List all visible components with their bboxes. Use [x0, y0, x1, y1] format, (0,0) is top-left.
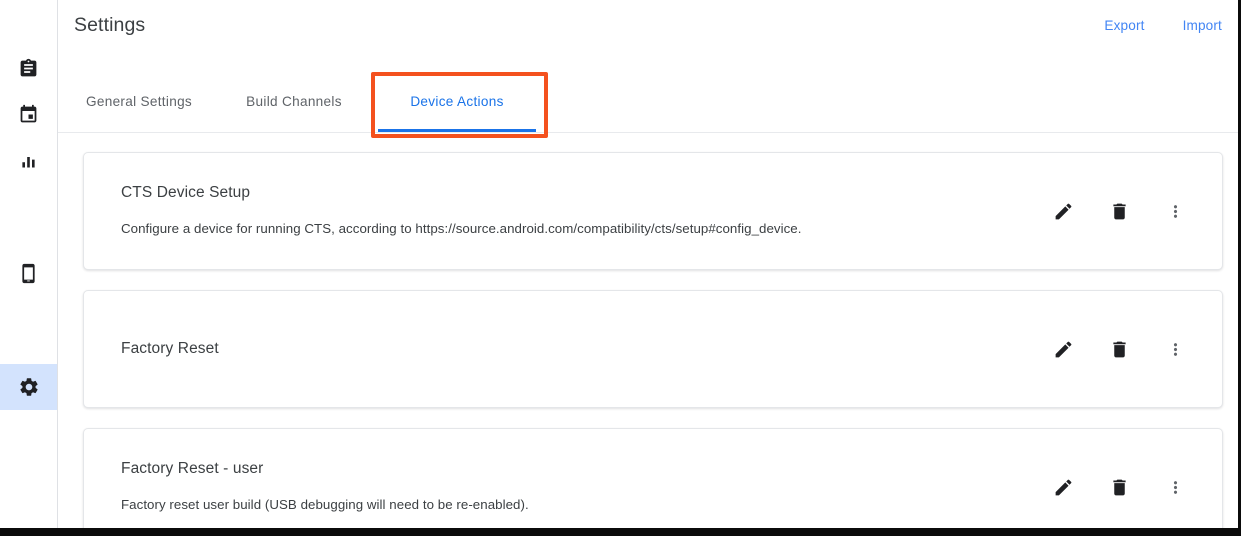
tab-list: General Settings Build Channels Device A… [58, 70, 546, 132]
device-action-controls [1035, 465, 1222, 509]
smartphone-icon [18, 263, 39, 284]
tab-bar: General Settings Build Channels Device A… [58, 70, 1238, 138]
more-vert-icon [1166, 478, 1185, 497]
tab-device-actions[interactable]: Device Actions [368, 70, 546, 132]
more-options-button[interactable] [1147, 189, 1203, 233]
edit-button[interactable] [1035, 327, 1091, 371]
delete-button[interactable] [1091, 189, 1147, 233]
main-content: Settings Export Import General Settings … [58, 0, 1238, 528]
trash-icon [1109, 339, 1130, 360]
device-action-controls [1035, 327, 1222, 371]
sidebar-item-test-runs[interactable] [0, 45, 57, 91]
device-action-card[interactable]: CTS Device Setup Configure a device for … [83, 152, 1223, 270]
import-button[interactable]: Import [1183, 18, 1222, 33]
device-action-name: Factory Reset [121, 339, 219, 357]
more-options-button[interactable] [1147, 327, 1203, 371]
pencil-icon [1053, 339, 1074, 360]
edit-button[interactable] [1035, 465, 1091, 509]
device-action-card[interactable]: Factory Reset - user Factory reset user … [83, 428, 1223, 528]
pencil-icon [1053, 201, 1074, 222]
edit-button[interactable] [1035, 189, 1091, 233]
sidebar-item-results[interactable] [0, 137, 57, 183]
device-action-controls [1035, 189, 1222, 233]
sidebar-nav [0, 0, 58, 528]
trash-icon [1109, 201, 1130, 222]
sidebar-item-settings[interactable] [0, 364, 57, 410]
export-button[interactable]: Export [1104, 18, 1144, 33]
pencil-icon [1053, 477, 1074, 498]
sidebar-item-schedules[interactable] [0, 91, 57, 137]
device-action-card[interactable]: Factory Reset [83, 290, 1223, 408]
tab-general-settings[interactable]: General Settings [58, 70, 220, 132]
device-action-info: Factory Reset - user Factory reset user … [84, 460, 1035, 513]
more-options-button[interactable] [1147, 465, 1203, 509]
delete-button[interactable] [1091, 465, 1147, 509]
page-header: Settings Export Import [58, 0, 1238, 71]
tab-build-channels[interactable]: Build Channels [220, 70, 368, 132]
device-action-info: CTS Device Setup Configure a device for … [84, 184, 1035, 237]
device-action-description: Factory reset user build (USB debugging … [121, 496, 529, 512]
calendar-icon [18, 104, 39, 125]
header-actions: Export Import [1104, 18, 1222, 33]
device-action-info: Factory Reset [84, 340, 1035, 359]
clipboard-icon [18, 58, 39, 79]
more-vert-icon [1166, 340, 1185, 359]
bar-chart-icon [18, 150, 39, 171]
app-window: Settings Export Import General Settings … [0, 0, 1241, 536]
trash-icon [1109, 477, 1130, 498]
more-vert-icon [1166, 202, 1185, 221]
sidebar-item-devices[interactable] [0, 250, 57, 296]
page-title: Settings [74, 14, 146, 36]
delete-button[interactable] [1091, 327, 1147, 371]
device-action-name: CTS Device Setup [121, 184, 251, 202]
gear-icon [18, 376, 40, 398]
device-action-name: Factory Reset - user [121, 460, 264, 478]
device-action-description: Configure a device for running CTS, acco… [121, 220, 802, 236]
device-actions-list: CTS Device Setup Configure a device for … [58, 133, 1238, 528]
